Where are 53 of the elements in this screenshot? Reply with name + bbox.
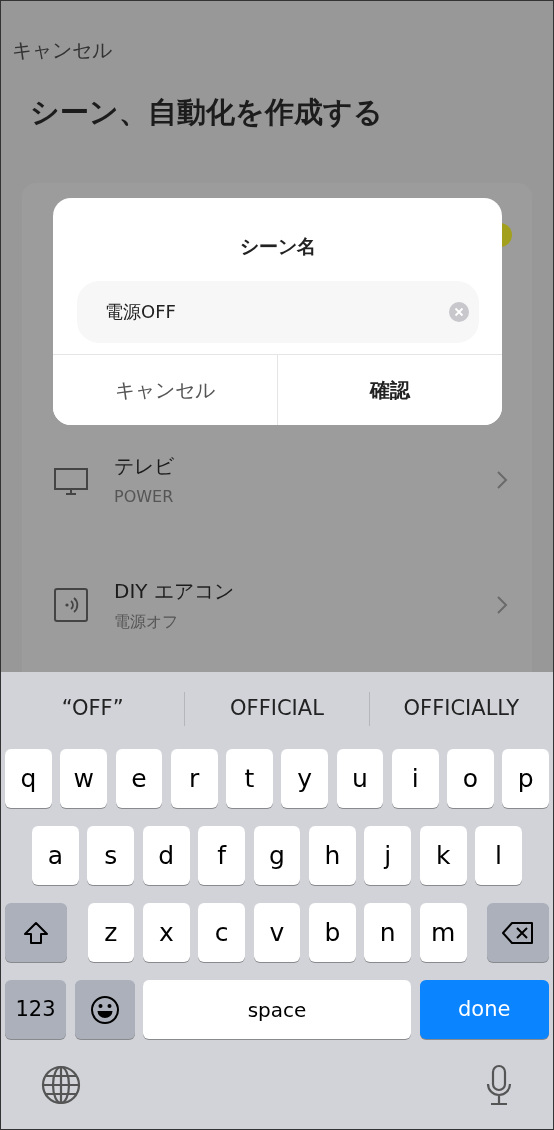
letter-key[interactable]: a (32, 826, 79, 885)
letter-key[interactable]: x (142, 903, 190, 962)
suggestion[interactable]: “OFF” (1, 693, 185, 725)
backspace-icon (502, 921, 534, 944)
letter-key[interactable]: o (447, 749, 494, 808)
device-name: テレビ (114, 453, 175, 480)
letter-key[interactable]: h (308, 826, 356, 885)
letter-key[interactable]: z (87, 903, 135, 962)
globe-icon[interactable] (41, 1065, 81, 1105)
done-key[interactable]: done (419, 980, 549, 1039)
letter-key[interactable]: g (253, 826, 301, 885)
letter-key[interactable]: e (115, 749, 163, 808)
page-title: シーン、自動化を作成する (30, 94, 384, 131)
letter-key[interactable]: k (419, 826, 467, 885)
letter-key[interactable]: l (475, 826, 522, 885)
letter-key[interactable]: w (60, 749, 107, 808)
letter-key[interactable]: b (308, 903, 356, 962)
suggestion[interactable]: OFFICIALLY (369, 693, 553, 725)
letter-key[interactable]: p (502, 749, 549, 808)
letter-key[interactable]: u (336, 749, 384, 808)
letter-key[interactable]: s (87, 826, 135, 885)
letter-key[interactable]: i (391, 749, 439, 808)
device-name: DIY エアコン (114, 578, 235, 605)
emoji-icon (89, 994, 120, 1025)
remote-signal-icon (54, 588, 88, 622)
action-row[interactable]: DIY エアコン 電源オフ (22, 542, 532, 668)
command-label: POWER (114, 486, 175, 508)
confirm-button[interactable]: 確認 (277, 355, 502, 425)
space-key[interactable]: space (143, 980, 411, 1039)
emoji-key[interactable] (74, 980, 135, 1039)
command-label: 電源オフ (114, 611, 179, 633)
letter-key[interactable]: j (364, 826, 412, 885)
microphone-icon[interactable] (485, 1064, 513, 1106)
letter-key[interactable]: v (253, 903, 301, 962)
cancel-link[interactable]: キャンセル (12, 35, 112, 65)
chevron-icon (496, 595, 508, 615)
shift-key[interactable] (5, 903, 67, 962)
dialog-title: シーン名 (238, 234, 317, 259)
letter-key[interactable]: d (142, 826, 190, 885)
numbers-key[interactable]: 123 (5, 980, 66, 1039)
letter-key[interactable]: q (5, 749, 52, 808)
letter-key[interactable]: y (281, 749, 328, 808)
letter-key[interactable]: r (170, 749, 218, 808)
letter-key[interactable]: m (419, 903, 467, 962)
chevron-icon (496, 470, 508, 490)
name-field[interactable]: 電源OFF (77, 280, 479, 343)
backspace-key[interactable] (487, 903, 549, 962)
shift-icon (23, 920, 49, 945)
letter-key[interactable]: c (198, 903, 246, 962)
letter-key[interactable]: n (364, 903, 412, 962)
suggestion[interactable]: OFFICIAL (185, 693, 369, 725)
letter-key[interactable]: t (226, 749, 273, 808)
letter-key[interactable]: f (198, 826, 246, 885)
